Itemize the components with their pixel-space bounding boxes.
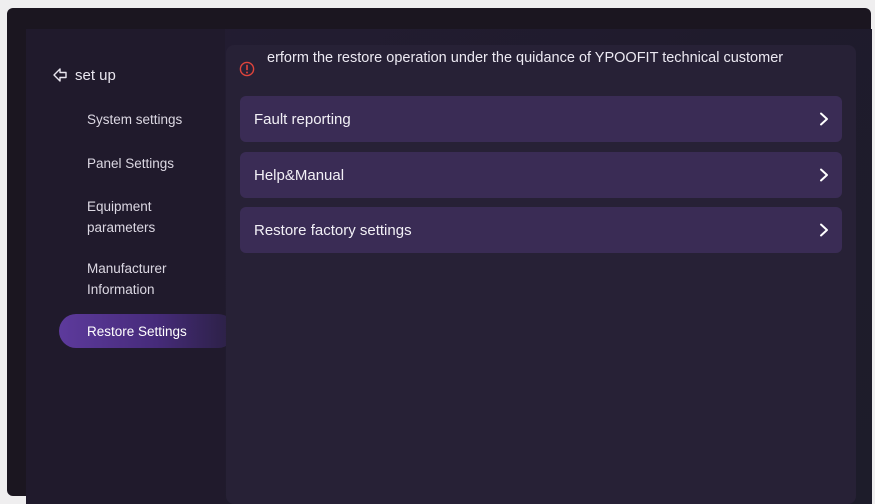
warning-text: erform the restore operation under the q… — [267, 50, 784, 66]
sidebar-item-panel-settings[interactable]: Panel Settings — [87, 153, 174, 174]
chevron-right-icon — [820, 223, 828, 237]
back-arrow-icon — [53, 68, 67, 82]
warning-icon — [239, 61, 255, 77]
row-label: Help&Manual — [254, 166, 345, 184]
restore-warning: erform the restore operation under the q… — [239, 49, 839, 77]
sidebar-item-label: Restore Settings — [87, 323, 187, 339]
row-label: Restore factory settings — [254, 221, 412, 239]
back-button[interactable]: set up — [52, 63, 116, 87]
main-panel: erform the restore operation under the q… — [226, 45, 856, 504]
chevron-right-icon — [820, 112, 828, 126]
restore-factory-settings-row[interactable]: Restore factory settings — [240, 207, 842, 253]
sidebar-item-equipment-parameters[interactable]: Equipment parameters — [87, 196, 187, 238]
sidebar-item-restore-settings[interactable]: Restore Settings — [59, 314, 235, 348]
back-label: set up — [75, 66, 116, 84]
chevron-right-icon — [820, 168, 828, 182]
help-manual-row[interactable]: Help&Manual — [240, 152, 842, 198]
fault-reporting-row[interactable]: Fault reporting — [240, 96, 842, 142]
sidebar-item-manufacturer-information[interactable]: Manufacturer Information — [87, 258, 197, 300]
row-label: Fault reporting — [254, 110, 351, 128]
sidebar: set up System settings Panel Settings Eq… — [26, 29, 235, 504]
sidebar-item-system-settings[interactable]: System settings — [87, 109, 182, 130]
screen: set up System settings Panel Settings Eq… — [26, 29, 872, 504]
device-frame: set up System settings Panel Settings Eq… — [7, 8, 872, 504]
